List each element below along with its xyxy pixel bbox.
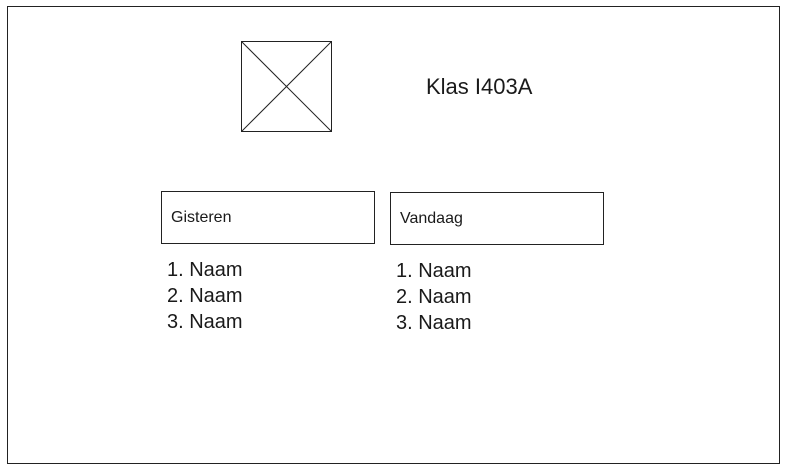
list-item: 3. Naam — [167, 311, 243, 333]
today-label: Vandaag — [400, 210, 463, 227]
today-name-list: 1. Naam 2. Naam 3. Naam — [390, 245, 604, 336]
list-item: 3. Naam — [396, 312, 472, 334]
yesterday-label: Gisteren — [171, 209, 232, 226]
list-item: 1. Naam — [167, 259, 243, 281]
page-title: Klas I403A — [426, 74, 533, 99]
image-placeholder-icon — [241, 41, 332, 132]
today-column: Vandaag 1. Naam 2. Naam 3. Naam — [390, 192, 604, 336]
yesterday-header[interactable]: Gisteren — [161, 191, 375, 244]
list-item: 1. Naam — [396, 260, 472, 282]
today-header[interactable]: Vandaag — [390, 192, 604, 245]
yesterday-column: Gisteren 1. Naam 2. Naam 3. Naam — [161, 191, 375, 335]
yesterday-name-list: 1. Naam 2. Naam 3. Naam — [161, 244, 375, 335]
list-item: 2. Naam — [167, 285, 243, 307]
list-item: 2. Naam — [396, 286, 472, 308]
